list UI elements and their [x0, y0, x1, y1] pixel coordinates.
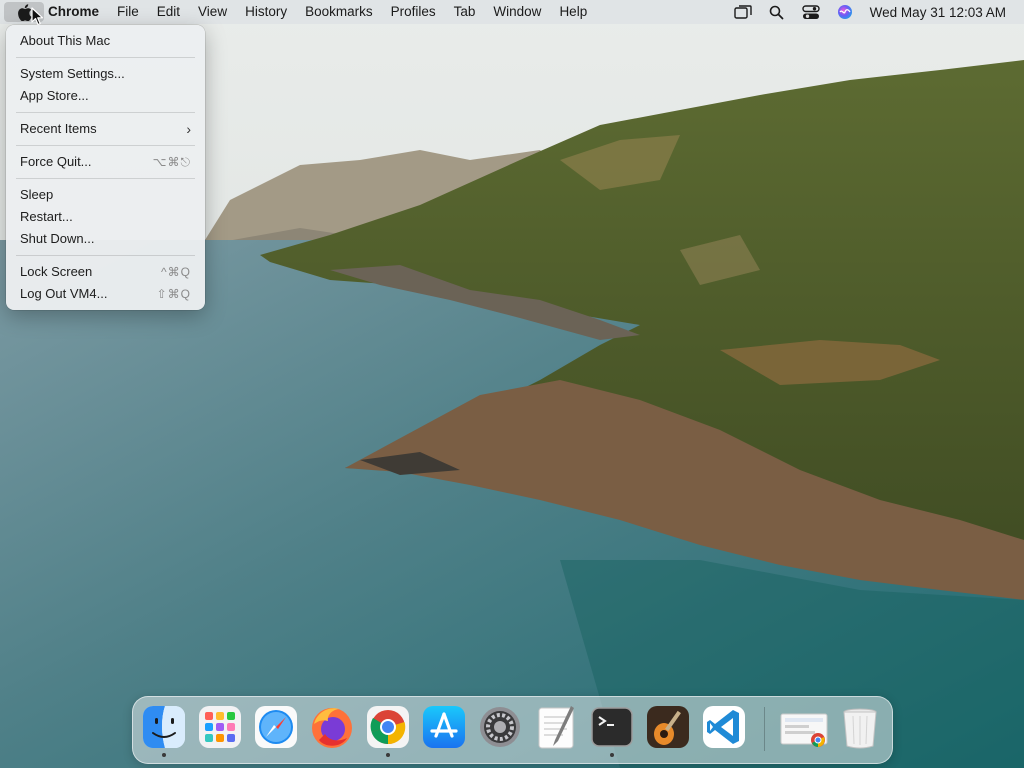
menu-bar: Chrome File Edit View History Bookmarks … [0, 0, 1024, 24]
running-indicator [610, 753, 614, 757]
menu-view[interactable]: View [189, 0, 236, 24]
menu-history[interactable]: History [236, 0, 296, 24]
menu-item-sleep[interactable]: Sleep [6, 184, 205, 206]
system-settings-icon [480, 707, 520, 747]
menu-item-label: Recent Items [20, 121, 97, 136]
menu-item-force-quit[interactable]: Force Quit... ⌥⌘⎋ [6, 151, 205, 173]
menu-item-app-store[interactable]: App Store... [6, 85, 205, 107]
menu-item-label: Shut Down... [20, 231, 95, 246]
menu-item-label: Log Out VM4... [20, 286, 108, 301]
app-store-icon [423, 706, 465, 748]
siri-icon[interactable] [828, 0, 862, 24]
dock-launchpad[interactable] [197, 704, 243, 750]
menu-item-label: Force Quit... [20, 154, 92, 169]
dock-terminal[interactable] [589, 704, 635, 757]
launchpad-icon [199, 706, 241, 748]
spotlight-search-icon[interactable] [760, 0, 794, 24]
dock-finder[interactable] [141, 704, 187, 757]
menu-file[interactable]: File [108, 0, 148, 24]
menu-separator [16, 57, 195, 58]
menu-item-system-settings[interactable]: System Settings... [6, 63, 205, 85]
menu-item-shut-down[interactable]: Shut Down... [6, 228, 205, 250]
dock-separator [764, 707, 765, 751]
menu-window[interactable]: Window [484, 0, 550, 24]
dock-app-store[interactable] [421, 704, 467, 750]
menu-item-shortcut: ⇧⌘Q [156, 287, 191, 301]
menu-item-lock-screen[interactable]: Lock Screen ^⌘Q [6, 261, 205, 283]
garageband-icon [647, 706, 689, 748]
chrome-folder-icon [780, 713, 828, 747]
dock-chrome-downloads-stack[interactable] [778, 704, 830, 750]
menu-help[interactable]: Help [550, 0, 596, 24]
menu-profiles[interactable]: Profiles [382, 0, 445, 24]
menu-tab[interactable]: Tab [445, 0, 485, 24]
dock-trash[interactable] [837, 704, 883, 750]
control-center-icon[interactable] [794, 0, 828, 24]
chevron-right-icon: › [186, 121, 191, 137]
textedit-icon [538, 706, 574, 749]
dock-system-settings[interactable] [477, 704, 523, 750]
mouse-pointer-icon [31, 7, 44, 26]
menu-item-label: Sleep [20, 187, 54, 202]
firefox-icon [312, 708, 352, 748]
menu-item-label: Restart... [20, 209, 73, 224]
menu-item-log-out[interactable]: Log Out VM4... ⇧⌘Q [6, 283, 205, 305]
dock-safari[interactable] [253, 704, 299, 750]
running-indicator [386, 753, 390, 757]
menu-item-about-this-mac[interactable]: About This Mac [6, 30, 205, 52]
menu-separator [16, 178, 195, 179]
menu-item-recent-items[interactable]: Recent Items › [6, 118, 205, 140]
menu-separator [16, 112, 195, 113]
menu-app-chrome[interactable]: Chrome [44, 0, 108, 24]
menu-item-restart[interactable]: Restart... [6, 206, 205, 228]
dock-textedit[interactable] [533, 704, 579, 750]
dock [132, 696, 893, 764]
chrome-icon [367, 706, 409, 748]
menu-edit[interactable]: Edit [148, 0, 189, 24]
safari-icon [255, 706, 297, 748]
running-indicator [162, 753, 166, 757]
apple-logo-icon [17, 3, 31, 21]
apple-menu-dropdown: About This Mac System Settings... App St… [6, 25, 205, 310]
menu-item-label: System Settings... [20, 66, 125, 81]
menu-item-label: Lock Screen [20, 264, 93, 279]
menu-item-shortcut: ⌥⌘⎋ [152, 155, 191, 169]
terminal-icon [591, 707, 633, 747]
menu-bar-clock[interactable]: Wed May 31 12:03 AM [862, 5, 1024, 20]
menu-separator [16, 255, 195, 256]
vscode-icon [703, 706, 745, 748]
dock-chrome[interactable] [365, 704, 411, 757]
menu-item-shortcut: ^⌘Q [161, 265, 191, 279]
menu-item-label: About This Mac [20, 33, 111, 48]
dock-garageband[interactable] [645, 704, 691, 750]
finder-icon [143, 706, 185, 748]
mission-control-icon[interactable] [726, 0, 760, 24]
dock-vscode[interactable] [701, 704, 747, 750]
menu-item-label: App Store... [20, 88, 89, 103]
trash-icon [843, 708, 877, 749]
dock-firefox[interactable] [309, 704, 355, 750]
menu-separator [16, 145, 195, 146]
menu-bookmarks[interactable]: Bookmarks [296, 0, 382, 24]
